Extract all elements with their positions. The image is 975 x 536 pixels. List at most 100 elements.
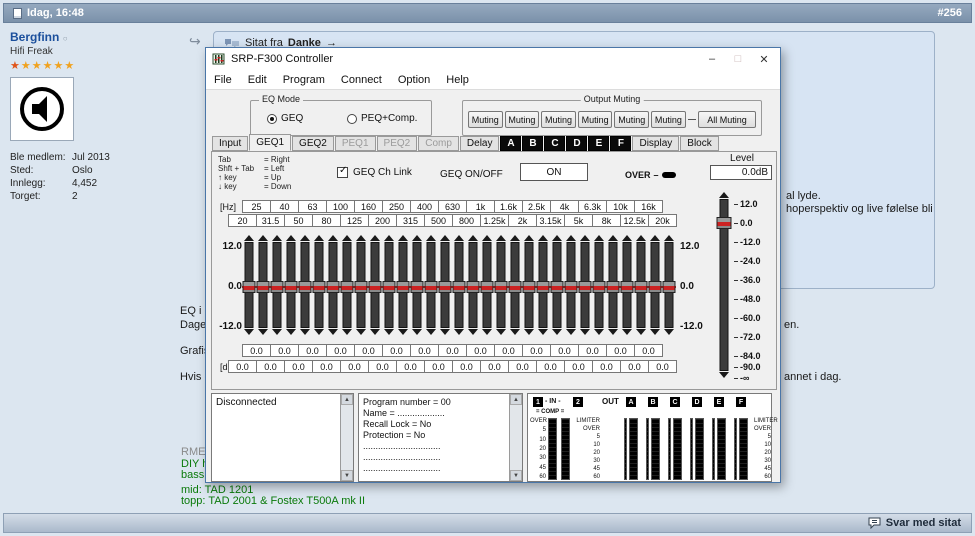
eq-band-slider[interactable] xyxy=(494,235,508,335)
eq-band-slider[interactable] xyxy=(550,235,564,335)
slider-down-arrow[interactable] xyxy=(482,329,492,335)
slider-handle[interactable] xyxy=(383,281,396,293)
eq-band-slider[interactable] xyxy=(480,235,494,335)
eq-band-slider[interactable] xyxy=(326,235,340,335)
slider-down-arrow[interactable] xyxy=(356,329,366,335)
slider-handle[interactable] xyxy=(285,281,298,293)
eq-mode-radio-geq[interactable]: GEQ xyxy=(267,113,303,124)
eq-band-slider[interactable] xyxy=(270,235,284,335)
eq-band-slider[interactable] xyxy=(536,235,550,335)
slider-down-arrow[interactable] xyxy=(426,329,436,335)
slider-down-arrow[interactable] xyxy=(454,329,464,335)
slider-up-arrow[interactable] xyxy=(328,235,338,241)
tab-e[interactable]: E xyxy=(588,136,609,151)
slider-handle[interactable] xyxy=(439,281,452,293)
slider-down-arrow[interactable] xyxy=(650,329,660,335)
slider-up-arrow[interactable] xyxy=(580,235,590,241)
tab-d[interactable]: D xyxy=(566,136,587,151)
eq-band-slider[interactable] xyxy=(410,235,424,335)
eq-band-slider[interactable] xyxy=(466,235,480,335)
slider-up-arrow[interactable] xyxy=(496,235,506,241)
slider-up-arrow[interactable] xyxy=(468,235,478,241)
slider-handle[interactable] xyxy=(537,281,550,293)
eq-band-slider[interactable] xyxy=(340,235,354,335)
eq-band-slider[interactable] xyxy=(368,235,382,335)
slider-up-arrow[interactable] xyxy=(636,235,646,241)
slider-down-arrow[interactable] xyxy=(398,329,408,335)
menu-help[interactable]: Help xyxy=(438,74,477,86)
muting-button-5[interactable]: Muting xyxy=(614,111,649,128)
slider-up-arrow[interactable] xyxy=(286,235,296,241)
menu-file[interactable]: File xyxy=(206,74,240,86)
slider-down-arrow[interactable] xyxy=(272,329,282,335)
slider-down-arrow[interactable] xyxy=(440,329,450,335)
slider-handle[interactable] xyxy=(495,281,508,293)
eq-band-slider[interactable] xyxy=(592,235,606,335)
slider-handle[interactable] xyxy=(621,281,634,293)
tab-delay[interactable]: Delay xyxy=(460,136,500,151)
level-fader[interactable] xyxy=(716,192,732,378)
geq-onoff-indicator[interactable]: ON xyxy=(520,163,588,181)
eq-band-slider[interactable] xyxy=(298,235,312,335)
eq-band-slider[interactable] xyxy=(284,235,298,335)
slider-down-arrow[interactable] xyxy=(468,329,478,335)
all-muting-button[interactable]: All Muting xyxy=(698,111,756,128)
tab-a[interactable]: A xyxy=(500,136,521,151)
slider-down-arrow[interactable] xyxy=(566,329,576,335)
slider-handle[interactable] xyxy=(425,281,438,293)
slider-down-arrow[interactable] xyxy=(286,329,296,335)
menu-program[interactable]: Program xyxy=(275,74,333,86)
reply-with-quote-button[interactable]: Svar med sitat xyxy=(886,517,961,529)
muting-button-4[interactable]: Muting xyxy=(578,111,613,128)
slider-handle[interactable] xyxy=(341,281,354,293)
slider-down-arrow[interactable] xyxy=(496,329,506,335)
eq-band-slider[interactable] xyxy=(606,235,620,335)
eq-band-slider[interactable] xyxy=(256,235,270,335)
slider-up-arrow[interactable] xyxy=(510,235,520,241)
slider-down-arrow[interactable] xyxy=(244,329,254,335)
slider-handle[interactable] xyxy=(355,281,368,293)
tab-geq1[interactable]: GEQ1 xyxy=(249,134,291,151)
slider-up-arrow[interactable] xyxy=(244,235,254,241)
muting-button-2[interactable]: Muting xyxy=(505,111,540,128)
slider-handle[interactable] xyxy=(397,281,410,293)
minimize-button[interactable]: – xyxy=(702,51,722,67)
slider-handle[interactable] xyxy=(369,281,382,293)
muting-button-1[interactable]: Muting xyxy=(468,111,503,128)
close-button[interactable]: ✕ xyxy=(754,51,774,67)
slider-down-arrow[interactable] xyxy=(300,329,310,335)
slider-up-arrow[interactable] xyxy=(314,235,324,241)
slider-handle[interactable] xyxy=(565,281,578,293)
eq-band-slider[interactable] xyxy=(438,235,452,335)
slider-down-arrow[interactable] xyxy=(580,329,590,335)
slider-down-arrow[interactable] xyxy=(342,329,352,335)
avatar[interactable] xyxy=(10,77,74,141)
slider-up-arrow[interactable] xyxy=(650,235,660,241)
tab-f[interactable]: F xyxy=(610,136,631,151)
slider-up-arrow[interactable] xyxy=(622,235,632,241)
radio-dot-icon[interactable] xyxy=(347,114,357,124)
slider-down-arrow[interactable] xyxy=(510,329,520,335)
radio-dot-icon[interactable] xyxy=(267,114,277,124)
slider-up-arrow[interactable] xyxy=(594,235,604,241)
slider-up-arrow[interactable] xyxy=(370,235,380,241)
eq-band-slider[interactable] xyxy=(522,235,536,335)
eq-band-slider[interactable] xyxy=(354,235,368,335)
slider-up-arrow[interactable] xyxy=(608,235,618,241)
slider-up-arrow[interactable] xyxy=(538,235,548,241)
eq-band-slider[interactable] xyxy=(396,235,410,335)
slider-handle[interactable] xyxy=(467,281,480,293)
tab-block[interactable]: Block xyxy=(680,136,718,151)
slider-up-arrow[interactable] xyxy=(272,235,282,241)
post-number[interactable]: #256 xyxy=(938,7,962,19)
slider-down-arrow[interactable] xyxy=(538,329,548,335)
menu-edit[interactable]: Edit xyxy=(240,74,275,86)
slider-handle[interactable] xyxy=(551,281,564,293)
slider-up-arrow[interactable] xyxy=(412,235,422,241)
slider-handle[interactable] xyxy=(663,281,676,293)
slider-up-arrow[interactable] xyxy=(356,235,366,241)
eq-band-slider[interactable] xyxy=(242,235,256,335)
slider-down-arrow[interactable] xyxy=(664,329,674,335)
slider-up-arrow[interactable] xyxy=(384,235,394,241)
slider-handle[interactable] xyxy=(523,281,536,293)
